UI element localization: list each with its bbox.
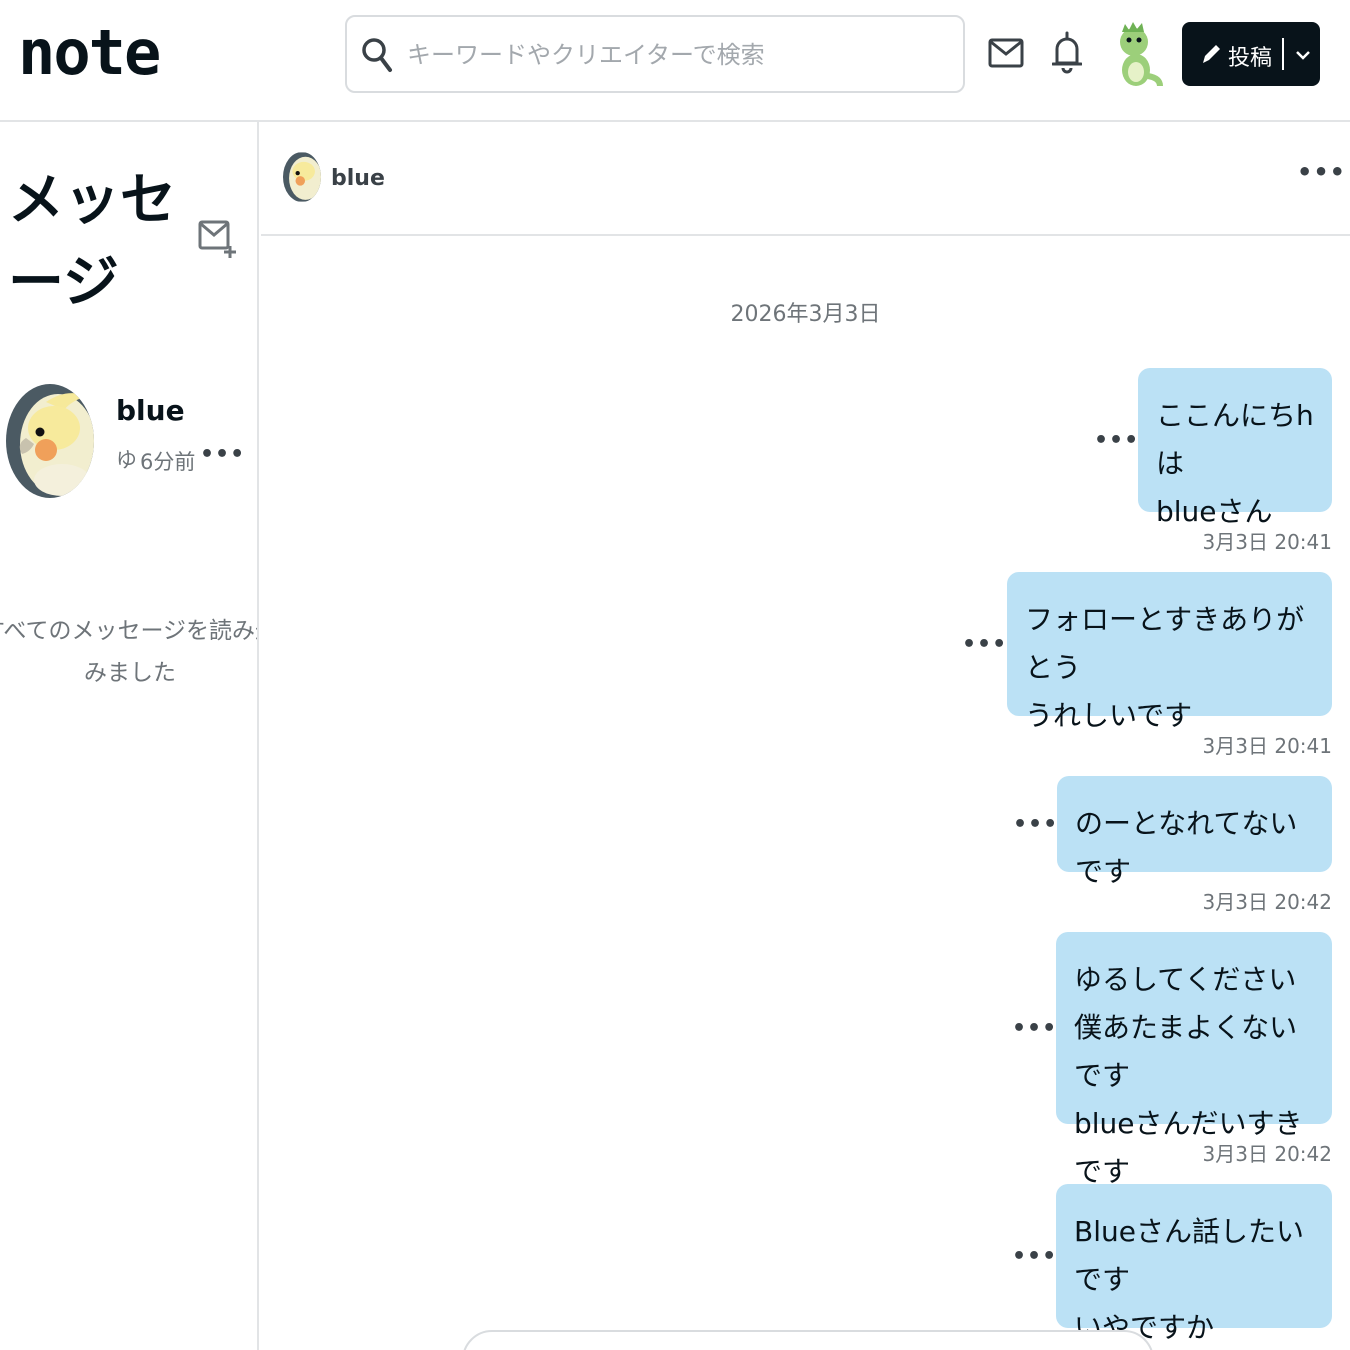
message-more-icon[interactable]: •••	[1012, 1244, 1057, 1269]
post-button-divider	[1282, 38, 1284, 70]
message-time: 3月3日 20:41	[1202, 734, 1332, 758]
user-avatar[interactable]	[1108, 20, 1164, 88]
date-divider: 2026年3月3日	[730, 302, 881, 327]
pencil-icon	[1203, 45, 1220, 63]
note-logo[interactable]: note	[18, 22, 161, 84]
conversation-preview: ゆ	[116, 448, 137, 472]
message-bubble[interactable]: ここんにちhは blueさん	[1138, 368, 1332, 528]
search-input[interactable]	[407, 31, 947, 79]
post-button-label: 投稿	[1228, 46, 1273, 71]
conversation-time: 6分前	[140, 450, 196, 474]
message-input[interactable]	[462, 1330, 1154, 1350]
message-bubble[interactable]: Blueさん話したいです いやですか	[1056, 1184, 1332, 1344]
top-header: note キーワードやクリエイターで検索 投稿	[0, 0, 1350, 122]
bell-icon[interactable]	[1047, 30, 1087, 76]
chevron-down-icon[interactable]	[1292, 44, 1314, 66]
message-more-icon[interactable]: •••	[962, 632, 1007, 657]
conversation-sidebar: メッセージ blue ゆ 6分前 ••• すべてのメッセージを読み込	[0, 122, 259, 1350]
message-time: 3月3日 20:42	[1202, 890, 1332, 914]
message-time: 3月3日 20:42	[1202, 1142, 1332, 1166]
message-more-icon[interactable]: •••	[1094, 428, 1139, 453]
chat-header: blue •••	[261, 122, 1350, 236]
post-button[interactable]: 投稿	[1182, 22, 1320, 86]
page-title: メッセージ	[8, 168, 176, 315]
message-bubble[interactable]: のーとなれてないです	[1057, 776, 1332, 888]
message-more-icon[interactable]: •••	[1012, 1016, 1057, 1041]
search-icon	[362, 38, 392, 72]
conversation-name: blue	[116, 394, 185, 427]
compose-message-icon[interactable]	[196, 218, 238, 260]
chat-partner-avatar[interactable]	[283, 152, 321, 202]
mail-icon[interactable]	[986, 30, 1026, 76]
message-bubble[interactable]: フォローとすきありがとう うれしいです	[1007, 572, 1332, 732]
conversation-item-blue[interactable]: blue ゆ 6分前 •••	[0, 384, 257, 502]
chat-partner-name[interactable]: blue	[331, 166, 385, 191]
message-more-icon[interactable]: •••	[1013, 812, 1058, 837]
conversation-avatar	[6, 384, 94, 498]
message-time: 3月3日 20:41	[1202, 530, 1332, 554]
conversation-more-icon[interactable]: •••	[200, 442, 245, 467]
message-bubble[interactable]: ゆるしてください 僕あたまよくないです blueさんだいすきです	[1056, 932, 1332, 1188]
all-messages-loaded-note: すべてのメッセージを読み込みました	[0, 618, 257, 686]
search-box[interactable]	[345, 15, 965, 93]
chat-more-icon[interactable]: •••	[1297, 158, 1346, 186]
